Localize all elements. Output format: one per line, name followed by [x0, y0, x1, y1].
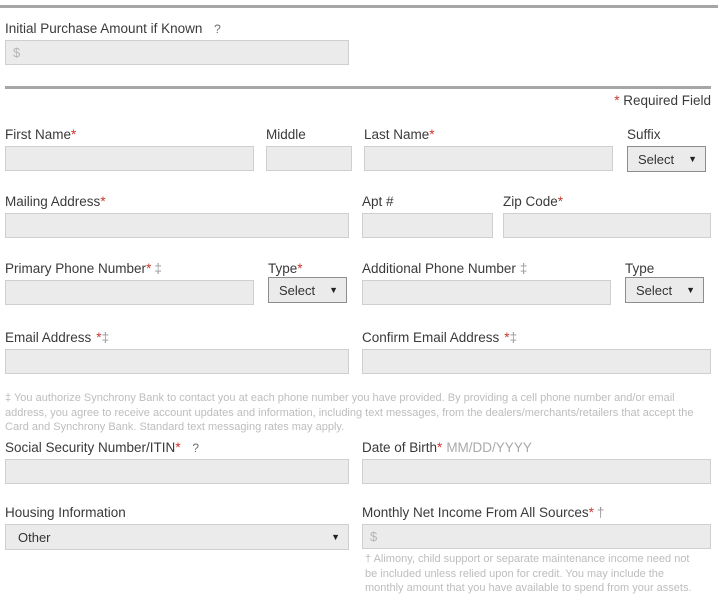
- housing-information-label-text: Housing Information: [5, 505, 126, 520]
- suffix-select-value: Select: [638, 151, 675, 167]
- monthly-income-required-marker: *: [588, 505, 594, 520]
- primary-phone-type-label-text: Type: [268, 261, 298, 276]
- housing-information-label: Housing Information: [5, 505, 126, 521]
- housing-information-value: Other: [18, 529, 51, 545]
- monthly-income-input[interactable]: [362, 524, 711, 549]
- middle-name-label: Middle: [266, 127, 306, 143]
- date-of-birth-label-text: Date of Birth: [362, 440, 438, 455]
- zip-code-label: Zip Code*: [503, 194, 563, 210]
- email-label-text: Email Address: [5, 330, 92, 345]
- income-disclosure-text: † Alimony, child support or separate mai…: [365, 553, 692, 594]
- email-input[interactable]: [5, 349, 349, 374]
- additional-phone-type-select[interactable]: Select ▼: [625, 277, 704, 303]
- zip-code-required-marker: *: [557, 194, 564, 209]
- mailing-address-input[interactable]: [5, 213, 349, 238]
- initial-purchase-input[interactable]: [5, 40, 349, 65]
- ssn-label-text: Social Security Number/ITIN: [5, 440, 176, 455]
- apt-label-text: Apt #: [362, 194, 394, 209]
- date-of-birth-format-hint: MM/DD/YYYY: [446, 440, 532, 455]
- mailing-address-label-text: Mailing Address: [5, 194, 101, 209]
- additional-phone-label-text: Additional Phone Number: [362, 261, 516, 276]
- primary-phone-input[interactable]: [5, 280, 254, 305]
- date-of-birth-input[interactable]: [362, 459, 711, 484]
- middle-name-label-text: Middle: [266, 127, 306, 142]
- double-dagger-icon: ‡: [101, 330, 110, 345]
- apt-label: Apt #: [362, 194, 394, 210]
- additional-phone-label: Additional Phone Number ‡: [362, 261, 527, 277]
- additional-phone-type-value: Select: [636, 282, 673, 298]
- primary-phone-label-text: Primary Phone Number: [5, 261, 147, 276]
- ssn-label: Social Security Number/ITIN* ?: [5, 440, 199, 456]
- additional-phone-input[interactable]: [362, 280, 611, 305]
- dagger-icon: †: [596, 505, 605, 520]
- mailing-address-required-marker: *: [100, 194, 106, 209]
- first-name-label: First Name*: [5, 127, 76, 143]
- divider-top: [0, 5, 718, 8]
- primary-phone-type-select[interactable]: Select ▼: [268, 277, 347, 303]
- confirm-email-label: Confirm Email Address *‡: [362, 330, 517, 346]
- additional-phone-type-label: Type: [625, 261, 654, 277]
- last-name-input[interactable]: [364, 146, 613, 171]
- double-dagger-icon: ‡: [154, 261, 162, 276]
- mailing-address-label: Mailing Address*: [5, 194, 106, 210]
- suffix-select[interactable]: Select ▼: [627, 146, 706, 172]
- housing-information-select[interactable]: Other ▼: [5, 524, 349, 550]
- ssn-required-marker: *: [175, 440, 181, 455]
- primary-phone-label: Primary Phone Number* ‡: [5, 261, 162, 277]
- divider-middle: [5, 86, 711, 89]
- required-note-text: Required Field: [619, 93, 711, 108]
- additional-phone-type-label-text: Type: [625, 261, 655, 276]
- primary-phone-type-required-marker: *: [297, 261, 303, 276]
- last-name-label-text: Last Name: [364, 127, 430, 142]
- question-mark-icon[interactable]: ?: [192, 441, 199, 455]
- chevron-down-icon: ▼: [688, 153, 697, 164]
- email-label: Email Address *‡: [5, 330, 109, 346]
- monthly-income-label-text: Monthly Net Income From All Sources: [362, 505, 589, 520]
- zip-code-label-text: Zip Code: [503, 194, 558, 209]
- date-of-birth-label: Date of Birth* MM/DD/YYYY: [362, 440, 532, 456]
- zip-code-input[interactable]: [503, 213, 711, 238]
- first-name-label-text: First Name: [5, 127, 72, 142]
- apt-input[interactable]: [362, 213, 493, 238]
- first-name-input[interactable]: [5, 146, 254, 171]
- ssn-input[interactable]: [5, 459, 349, 484]
- initial-purchase-label-text: Initial Purchase Amount if Known: [5, 21, 203, 36]
- monthly-income-label: Monthly Net Income From All Sources* †: [362, 505, 604, 521]
- primary-phone-type-label: Type*: [268, 261, 303, 277]
- question-mark-icon[interactable]: ?: [214, 22, 221, 36]
- chevron-down-icon: ▼: [331, 531, 340, 542]
- double-dagger-icon: ‡: [509, 330, 518, 345]
- chevron-down-icon: ▼: [329, 284, 338, 295]
- confirm-email-label-text: Confirm Email Address: [362, 330, 500, 345]
- initial-purchase-label: Initial Purchase Amount if Known ?: [5, 21, 221, 37]
- primary-phone-required-marker: *: [146, 261, 152, 276]
- confirm-email-input[interactable]: [362, 349, 711, 374]
- last-name-required-marker: *: [429, 127, 435, 142]
- primary-phone-type-value: Select: [279, 282, 316, 298]
- middle-name-input[interactable]: [266, 146, 352, 171]
- credit-application-form: Initial Purchase Amount if Known ? * Req…: [0, 0, 718, 594]
- last-name-label: Last Name*: [364, 127, 435, 143]
- date-of-birth-required-marker: *: [437, 440, 443, 455]
- chevron-down-icon: ▼: [686, 284, 695, 295]
- double-dagger-icon: ‡: [519, 261, 528, 276]
- first-name-required-marker: *: [71, 127, 77, 142]
- suffix-label: Suffix: [627, 127, 661, 143]
- phone-disclosure-text: ‡ You authorize Synchrony Bank to contac…: [5, 392, 694, 433]
- suffix-label-text: Suffix: [627, 127, 661, 142]
- required-field-note: * Required Field: [614, 93, 711, 108]
